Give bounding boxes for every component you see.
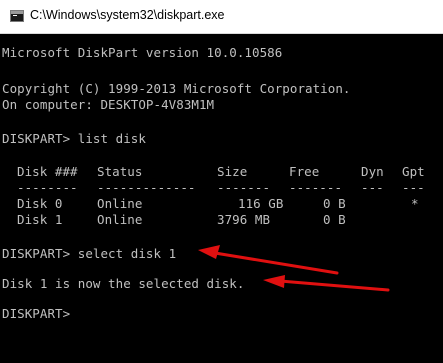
col-size-header: Size	[217, 164, 248, 179]
disk-free: 0 B	[323, 212, 346, 227]
selection-result: Disk 1 is now the selected disk.	[2, 276, 245, 291]
console-app-icon	[10, 10, 24, 22]
col-dyn-header: Dyn	[361, 164, 384, 179]
table-row: Disk 0 Online 116 GB 0 B *	[2, 196, 419, 212]
table-header-row: Disk ### Status Size Free Dyn Gpt	[2, 164, 425, 180]
separator: ---	[402, 180, 425, 195]
version-line: Microsoft DiskPart version 10.0.10586	[2, 45, 283, 60]
disk-size: 116 GB	[238, 196, 284, 211]
disk-status: Online	[97, 196, 143, 211]
disk-free: 0 B	[323, 196, 346, 211]
command-prompt: DISKPART>	[2, 306, 71, 321]
title-bar: C:\Windows\system32\diskpart.exe	[0, 0, 443, 34]
separator: ---	[361, 180, 384, 195]
col-free-header: Free	[289, 164, 320, 179]
col-disk-header: Disk ###	[17, 164, 78, 179]
separator: -------	[217, 180, 271, 195]
copyright-line: Copyright (C) 1999-2013 Microsoft Corpor…	[2, 81, 351, 96]
col-gpt-header: Gpt	[402, 164, 425, 179]
disk-name: Disk 0	[17, 196, 63, 211]
separator: -------------	[97, 180, 196, 195]
disk-size: 3796 MB	[217, 212, 271, 227]
computer-line: On computer: DESKTOP-4V83M1M	[2, 97, 215, 112]
table-separator-row: -------- ------------- ------- ------- -…	[2, 180, 425, 196]
separator: -------	[289, 180, 343, 195]
separator: --------	[17, 180, 78, 195]
console-area[interactable]: Microsoft DiskPart version 10.0.10586 Co…	[0, 35, 443, 363]
disk-name: Disk 1	[17, 212, 63, 227]
window-title: C:\Windows\system32\diskpart.exe	[30, 8, 225, 22]
disk-status: Online	[97, 212, 143, 227]
col-status-header: Status	[97, 164, 143, 179]
table-row: Disk 1 Online 3796 MB 0 B	[2, 212, 346, 228]
command-list-disk: DISKPART> list disk	[2, 131, 146, 146]
command-select-disk: DISKPART> select disk 1	[2, 246, 177, 261]
disk-gpt: *	[411, 196, 419, 211]
